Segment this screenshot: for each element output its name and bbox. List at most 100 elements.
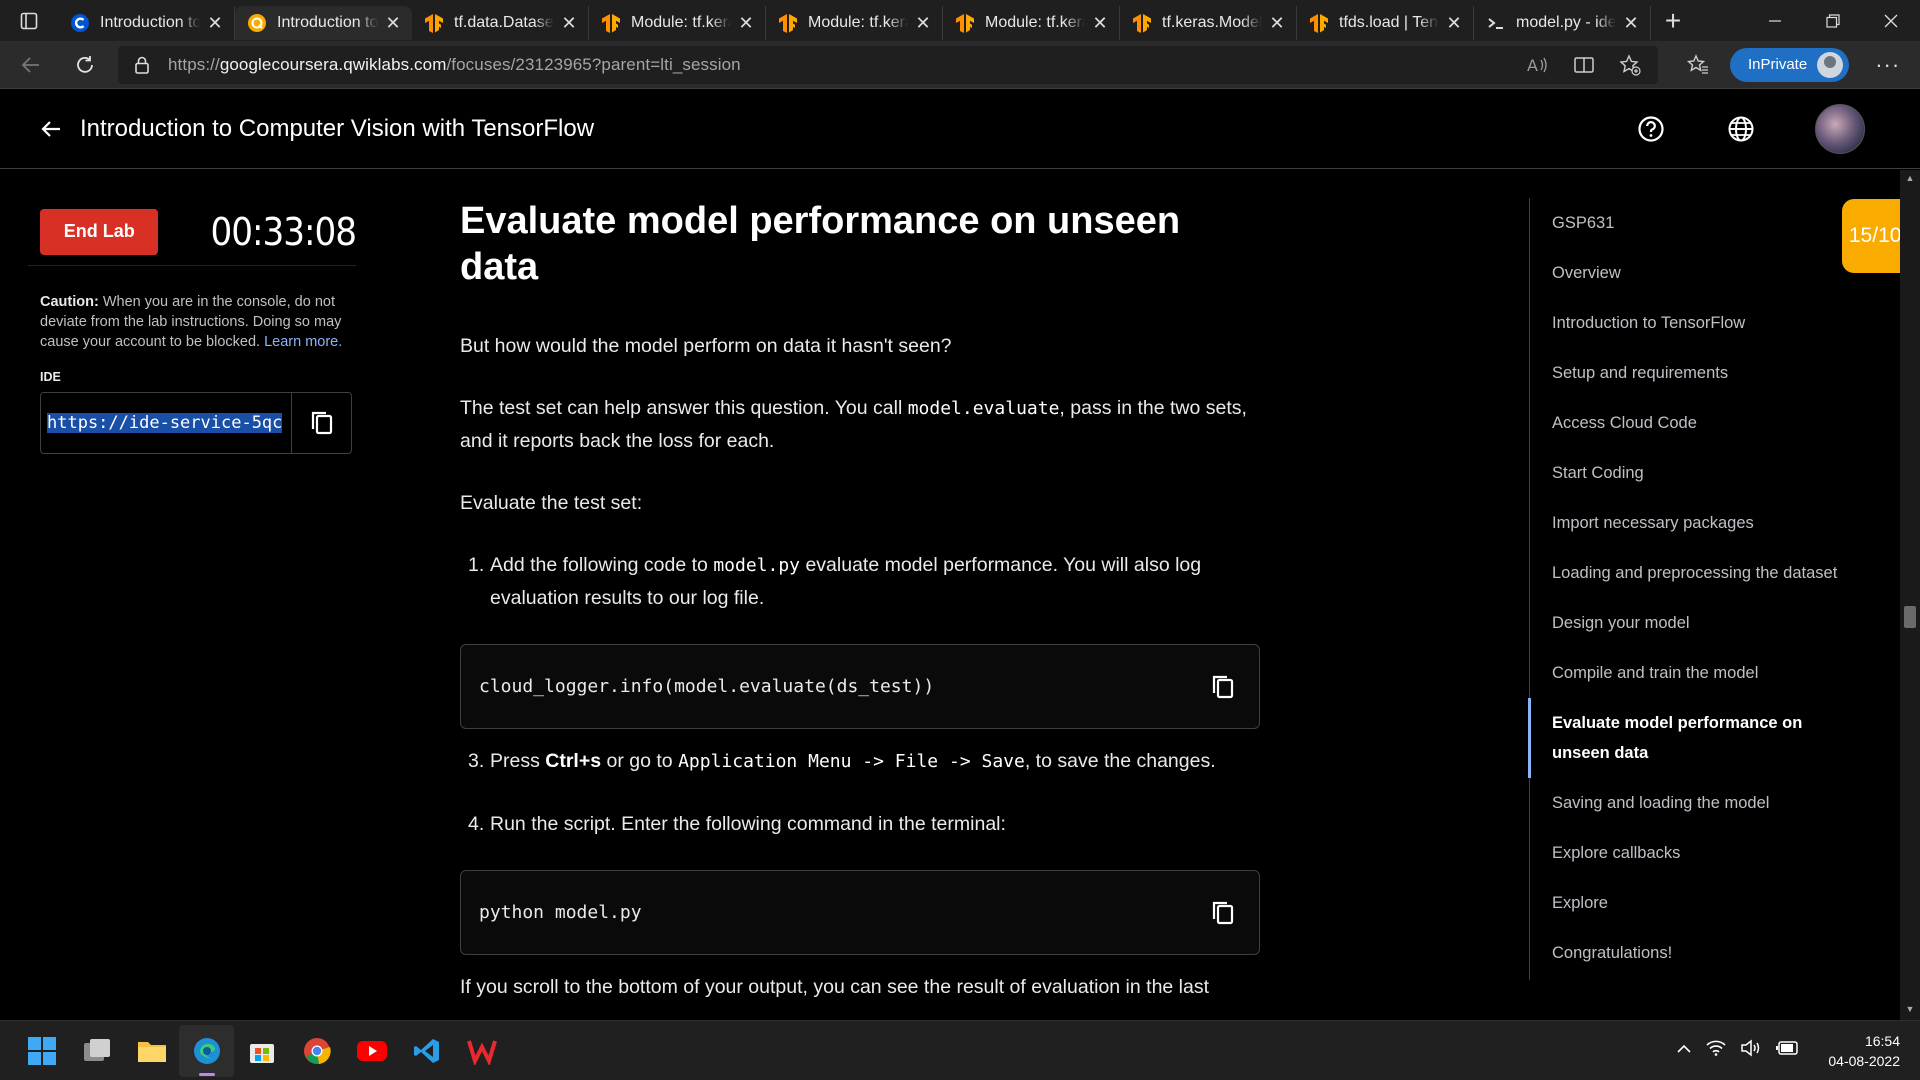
close-tab-icon[interactable]: ✕ <box>1443 12 1465 34</box>
close-tab-icon[interactable]: ✕ <box>1089 12 1111 34</box>
toc-item[interactable]: Loading and preprocessing the dataset <box>1530 548 1869 598</box>
edge-browser-button[interactable] <box>179 1024 234 1077</box>
new-tab-button[interactable]: + <box>1651 0 1695 41</box>
lab-timer-card: End Lab 00:33:08 <box>28 198 357 266</box>
browser-tab[interactable]: Module: tf.keras✕ <box>589 6 766 40</box>
file-explorer-button[interactable] <box>124 1025 179 1077</box>
copy-icon <box>1212 901 1234 924</box>
browser-tab-strip: Introduction to Computer Vision✕Introduc… <box>0 0 1920 41</box>
browser-tab[interactable]: Module: tf.keras✕ <box>766 6 943 40</box>
browser-tab[interactable]: Introduction to Computer Vision✕ <box>235 6 412 40</box>
toc-item[interactable]: Import necessary packages <box>1530 498 1869 548</box>
toc-item[interactable]: Start Coding <box>1530 448 1869 498</box>
toc-item[interactable]: Setup and requirements <box>1530 348 1869 398</box>
toc-item[interactable]: Introduction to TensorFlow <box>1530 298 1869 348</box>
youtube-button[interactable] <box>344 1025 399 1077</box>
vscode-icon <box>413 1038 439 1063</box>
close-window-button[interactable] <box>1862 0 1920 41</box>
close-tab-icon[interactable]: ✕ <box>1620 12 1642 34</box>
scrollbar-thumb[interactable] <box>1904 606 1916 628</box>
scroll-up-icon[interactable]: ▲ <box>1904 173 1916 185</box>
inprivate-button[interactable]: InPrivate <box>1730 47 1850 82</box>
lab-timer: 00:33:08 <box>210 209 357 254</box>
back-button[interactable] <box>8 45 54 85</box>
clock-time: 16:54 <box>1864 1032 1900 1049</box>
toc-item[interactable]: Evaluate model performance on unseen dat… <box>1528 698 1869 778</box>
wps-icon <box>466 1039 497 1065</box>
toc-item[interactable]: Congratulations! <box>1530 928 1869 978</box>
toc-item[interactable]: Compile and train the model <box>1530 648 1869 698</box>
chrome-button[interactable] <box>289 1025 344 1077</box>
browser-tab[interactable]: tf.data.Dataset ✕ <box>412 6 589 40</box>
taskbar-clock[interactable]: 16:54 04-08-2022 <box>1828 1031 1900 1071</box>
toc-item[interactable]: Access Cloud Code <box>1530 398 1869 448</box>
back-to-course-button[interactable] <box>38 116 64 142</box>
restore-button[interactable] <box>1804 0 1862 41</box>
wps-office-button[interactable] <box>454 1025 509 1077</box>
add-favorite-button[interactable] <box>1616 51 1644 79</box>
table-of-contents: GSP631 Overview Introduction to TensorFlow… <box>1528 198 1869 980</box>
tensorflow-icon <box>1309 13 1329 33</box>
paragraph-question: But how would the model perform on data … <box>460 335 952 357</box>
volume-icon[interactable] <box>1740 1039 1762 1062</box>
browser-tab[interactable]: model.py - ide ✕ <box>1474 6 1651 40</box>
copy-code-button[interactable] <box>1205 669 1241 705</box>
language-button[interactable] <box>1725 113 1757 145</box>
copy-icon <box>311 411 332 435</box>
tab-title: Module: tf.keras <box>985 14 1085 31</box>
battery-icon[interactable] <box>1776 1040 1800 1061</box>
toc-item[interactable]: Saving and loading the model <box>1530 778 1869 828</box>
start-button[interactable] <box>14 1025 69 1077</box>
close-tab-icon[interactable]: ✕ <box>382 12 404 34</box>
learn-more-link[interactable]: Learn more. <box>264 334 342 350</box>
browser-tab[interactable]: Introduction to Computer Vision✕ <box>58 6 235 40</box>
microsoft-store-button[interactable] <box>234 1025 289 1077</box>
close-tab-icon[interactable]: ✕ <box>912 12 934 34</box>
browser-tab[interactable]: tfds.load | TensorFlow✕ <box>1297 6 1474 40</box>
page-scrollbar[interactable]: ▲ ▼ <box>1900 170 1920 1020</box>
code-text[interactable]: python model.py <box>479 902 1205 923</box>
browser-toolbar: https://googlecoursera.qwiklabs.com/focu… <box>0 41 1920 89</box>
browser-tab[interactable]: tf.keras.Model ✕ <box>1120 6 1297 40</box>
settings-more-button[interactable]: ··· <box>1875 52 1900 78</box>
minimize-button[interactable] <box>1746 0 1804 41</box>
help-button[interactable] <box>1635 113 1667 145</box>
close-tab-icon[interactable]: ✕ <box>1266 12 1288 34</box>
browser-tab[interactable]: Module: tf.keras✕ <box>943 6 1120 40</box>
copy-code-button[interactable] <box>1205 895 1241 931</box>
immersive-reader-icon <box>1574 56 1594 73</box>
toc-item[interactable]: Explore callbacks <box>1530 828 1869 878</box>
toc-item[interactable]: Design your model <box>1530 598 1869 648</box>
toc-item[interactable]: Explore <box>1530 878 1869 928</box>
toc-item[interactable]: GSP631 <box>1530 198 1869 248</box>
close-tab-icon[interactable]: ✕ <box>558 12 580 34</box>
read-aloud-button[interactable]: A <box>1524 51 1552 79</box>
qwiklabs-icon <box>247 13 267 33</box>
svg-text:A: A <box>1527 56 1538 75</box>
refresh-button[interactable] <box>62 45 108 85</box>
windows-start-icon <box>27 1036 56 1065</box>
user-avatar[interactable] <box>1815 103 1865 154</box>
page-title: Introduction to Computer Vision with Ten… <box>80 114 595 142</box>
wifi-icon[interactable] <box>1706 1040 1726 1061</box>
toc-item[interactable]: Overview <box>1530 248 1869 298</box>
show-hidden-icons-button[interactable] <box>1676 1042 1692 1060</box>
tab-actions-button[interactable] <box>0 0 58 41</box>
tab-title: Introduction to Computer Vision <box>100 14 200 31</box>
lock-icon[interactable] <box>132 55 152 75</box>
scroll-down-icon[interactable]: ▼ <box>1904 1004 1916 1016</box>
end-lab-button[interactable]: End Lab <box>40 208 159 255</box>
copy-ide-url-button[interactable] <box>291 393 351 453</box>
url-text[interactable]: https://googlecoursera.qwiklabs.com/focu… <box>168 55 741 75</box>
address-bar[interactable]: https://googlecoursera.qwiklabs.com/focu… <box>118 45 1658 84</box>
task-view-button[interactable] <box>69 1025 124 1077</box>
favorites-button[interactable] <box>1684 51 1712 79</box>
lab-instructions: Evaluate model performance on unseen dat… <box>460 198 1260 1003</box>
close-tab-icon[interactable]: ✕ <box>735 12 757 34</box>
close-tab-icon[interactable]: ✕ <box>204 12 226 34</box>
code-text[interactable]: cloud_logger.info(model.evaluate(ds_test… <box>479 676 1205 697</box>
immersive-reader-button[interactable] <box>1570 51 1598 79</box>
ide-url-value[interactable]: https://ide-service-5qc <box>41 413 291 433</box>
vscode-button[interactable] <box>399 1025 454 1077</box>
close-icon <box>1884 14 1898 27</box>
